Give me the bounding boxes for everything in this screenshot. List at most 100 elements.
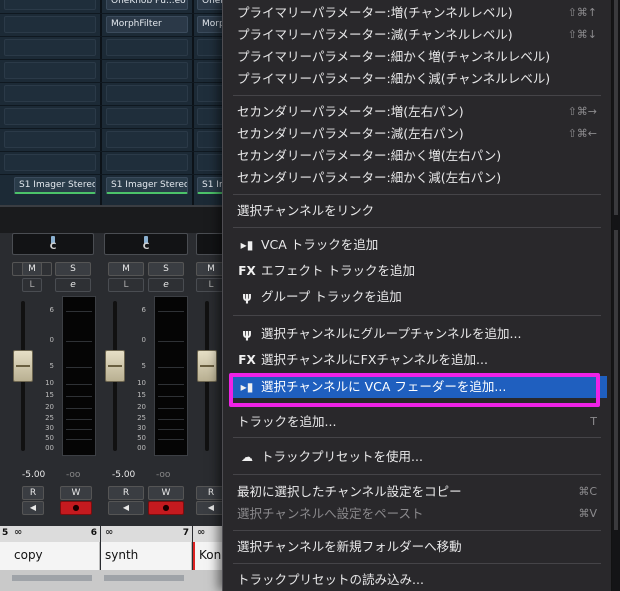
channel-name[interactable]: synth [101,542,192,570]
menu-shortcut: ⇧⌘↓ [567,28,597,41]
menu-item-secondary-increase[interactable]: セカンダリーパラメーター:増(左右パン) ⇧⌘→ [229,101,607,123]
meter-scale-label: 50 [45,434,54,442]
menu-item-add-fx-track[interactable]: FX エフェクト トラックを追加 [229,260,607,282]
insert-slot[interactable] [106,85,188,102]
edit-button[interactable]: e [55,278,91,292]
meter-scale-label: 5 [141,362,146,370]
mute-button[interactable]: M [22,262,42,276]
mute-button[interactable]: M [108,262,144,276]
insert-slot[interactable] [4,131,96,148]
menu-shortcut: ⇧⌘← [567,127,597,140]
menu-item-primary-increase[interactable]: プライマリーパラメーター:増(チャンネルレベル) ⇧⌘↑ [229,2,607,24]
insert-slot[interactable] [106,154,188,171]
meter-scale-label: 0 [49,336,54,344]
insert-slot[interactable] [4,16,96,33]
write-automation-button[interactable]: W [60,486,92,500]
menu-item-secondary-fine-decrease[interactable]: セカンダリーパラメーター:細かく減(左右パン) [229,167,607,189]
solo-button[interactable]: S [55,262,91,276]
volume-fader[interactable] [105,350,125,382]
solo-button[interactable]: S [148,262,184,276]
menu-item-use-track-preset[interactable]: ☁ トラックプリセットを使用... [229,446,607,468]
menu-item-add-fx-channel[interactable]: FX 選択チャンネルにFXチャンネルを追加... [229,349,607,371]
menu-item-label: 選択チャンネルをリンク [237,203,375,218]
menu-separator [233,315,601,316]
insert-slot[interactable] [106,108,188,125]
menu-item-secondary-decrease[interactable]: セカンダリーパラメーター:減(左右パン) ⇧⌘← [229,123,607,145]
menu-item-copy-settings[interactable]: 最初に選択したチャンネル設定をコピー ⌘C [229,481,607,503]
pan-value: C [142,242,150,252]
peak-value: -oo [156,470,171,480]
menu-item-paste-settings[interactable]: 選択チャンネルへ設定をペースト ⌘V [229,503,607,525]
link-icon[interactable]: ∞ [105,527,113,538]
level-meter [154,296,188,456]
menu-item-load-track-preset[interactable]: トラックプリセットの読み込み... [229,569,607,591]
channel-name[interactable]: copy [0,542,100,570]
menu-item-label: トラックプリセットを使用... [261,449,423,464]
volume-value[interactable]: -5.00 [112,470,135,480]
record-arm-button[interactable]: ● [148,501,184,515]
record-arm-button[interactable]: ● [60,501,92,515]
listen-button[interactable]: L [22,278,42,292]
menu-item-link-channels[interactable]: 選択チャンネルをリンク [229,200,607,222]
insert-slot[interactable] [4,0,96,10]
read-automation-button[interactable]: R [22,486,44,500]
insert-slot[interactable] [106,39,188,56]
pan-knob[interactable]: C [104,233,188,255]
group-icon: ψ [242,327,252,341]
menu-shortcut: T [590,415,597,428]
insert-slot[interactable]: MorphFilter [106,16,188,33]
menu-shortcut: ⇧⌘→ [567,105,597,118]
preset-icon: ☁ [241,450,253,464]
meter-scale-label: 25 [45,414,54,422]
monitor-icon[interactable]: ◀ [22,501,44,515]
pan-knob[interactable]: C [12,233,94,255]
meter-scale-label: 00 [137,444,146,452]
pan-value: C [49,242,57,252]
listen-button[interactable]: L [108,278,144,292]
level-meter [62,296,96,456]
meter-scale-label: 20 [137,403,146,411]
insert-row [0,151,232,173]
insert-slot[interactable] [4,154,96,171]
menu-item-primary-decrease[interactable]: プライマリーパラメーター:減(チャンネルレベル) ⇧⌘↓ [229,24,607,46]
meter-scale-label: 30 [137,424,146,432]
insert-slot[interactable] [106,131,188,148]
menu-item-add-group-channel[interactable]: ψ 選択チャンネルにグループチャンネルを追加... [229,323,607,345]
menu-item-secondary-fine-increase[interactable]: セカンダリーパラメーター:細かく増(左右パン) [229,145,607,167]
insert-slot[interactable]: OneKnob Pu...eo [106,0,188,10]
insert-slot[interactable] [4,108,96,125]
menu-item-add-track[interactable]: トラックを追加... T [229,411,607,433]
peak-value: -oo [66,470,81,480]
menu-item-primary-fine-increase[interactable]: プライマリーパラメーター:細かく増(チャンネルレベル) [229,46,607,68]
insert-slot[interactable] [4,85,96,102]
insert-slot[interactable] [106,62,188,79]
menu-shortcut: ⌘C [578,485,597,498]
link-icon[interactable]: ∞ [197,527,205,538]
channel-fader-area: 6 0 5 10 15 20 25 30 50 00 [100,296,192,456]
volume-fader[interactable] [197,350,217,382]
meter-scale-label: 25 [137,414,146,422]
menu-item-add-group-track[interactable]: ψ グループ トラックを追加 [229,286,607,308]
insert-slot[interactable]: S1 Imager Stereo [106,177,188,194]
insert-row [0,128,232,150]
menu-item-move-to-folder[interactable]: 選択チャンネルを新規フォルダーへ移動 [229,536,607,558]
edit-button[interactable]: e [148,278,184,292]
meter-scale-label: 6 [49,306,54,314]
meter-scale-label: 15 [45,391,54,399]
write-automation-button[interactable]: W [148,486,184,500]
insert-slot[interactable]: S1 Imager Stereo [14,177,96,194]
volume-value[interactable]: -5.00 [22,470,45,480]
volume-fader[interactable] [13,350,33,382]
menu-separator [233,474,601,475]
menu-item-label: プライマリーパラメーター:細かく減(チャンネルレベル) [237,71,551,86]
insert-slot[interactable] [4,39,96,56]
monitor-icon[interactable]: ◀ [108,501,144,515]
insert-rack: OneKnob Pu...eo OneK MorphFilter Morph S… [0,0,232,205]
link-icon[interactable]: ∞ [14,527,22,538]
vca-icon: ▸▮ [240,238,254,252]
read-automation-button[interactable]: R [108,486,144,500]
menu-item-add-vca-track[interactable]: ▸▮ VCA トラックを追加 [229,234,607,256]
meter-scale-label: 30 [45,424,54,432]
menu-item-primary-fine-decrease[interactable]: プライマリーパラメーター:細かく減(チャンネルレベル) [229,68,607,90]
insert-slot[interactable] [4,62,96,79]
